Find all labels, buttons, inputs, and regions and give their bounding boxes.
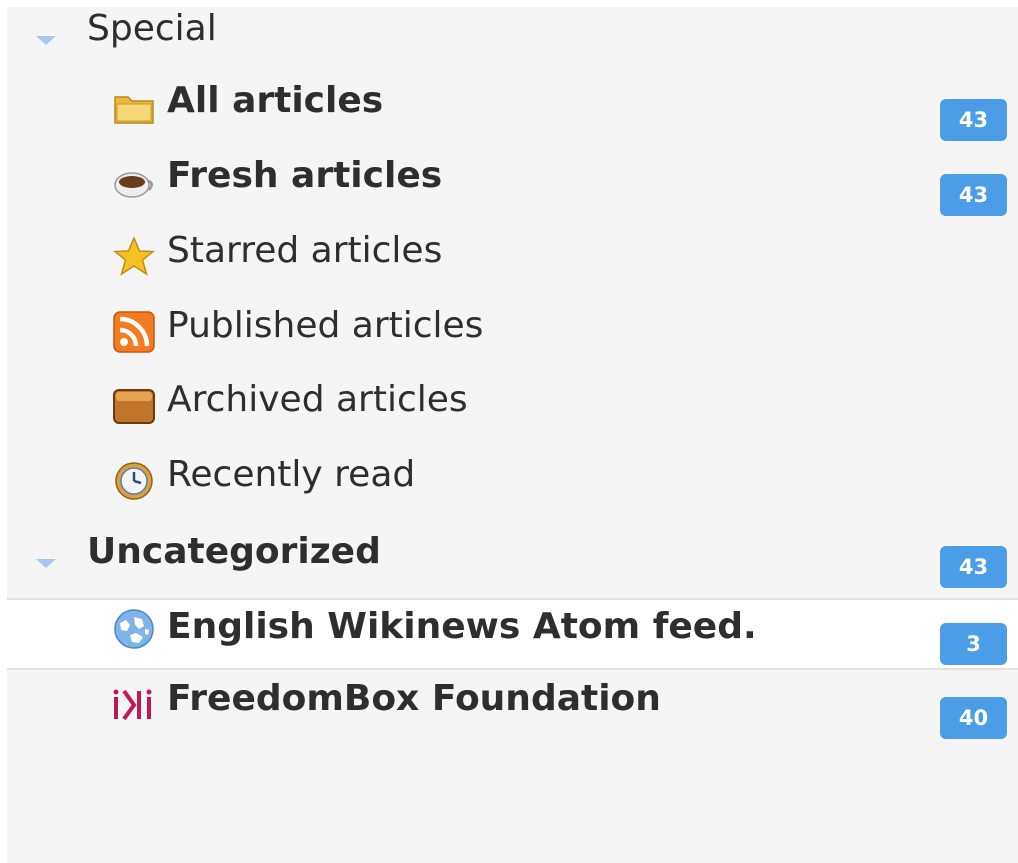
feed-tree: Special All articles 43 Fresh articles 4… [7,7,1018,863]
folder-icon [112,87,156,131]
feed-fresh-articles[interactable]: Fresh articles 43 [7,156,1018,228]
feed-label: English Wikinews Atom feed. [167,606,757,647]
feed-freedombox-foundation[interactable]: FreedomBox Foundation 40 [7,679,1018,751]
feed-starred-articles[interactable]: Starred articles [7,231,1018,303]
rss-icon [112,310,156,354]
feed-archived-articles[interactable]: Archived articles [7,380,1018,452]
feed-label: Starred articles [167,230,443,271]
feed-recently-read[interactable]: Recently read [7,455,1018,527]
feed-label: Archived articles [167,379,468,420]
feed-label: Recently read [167,454,416,495]
clock-icon [112,459,156,503]
archive-box-icon [112,384,156,428]
feed-label: Fresh articles [167,155,443,196]
feed-label: FreedomBox Foundation [167,678,661,719]
category-special[interactable]: Special [7,7,1018,79]
category-label: Uncategorized [87,531,381,572]
expand-triangle-icon[interactable] [36,36,56,45]
feed-english-wikinews[interactable]: English Wikinews Atom feed. 3 [7,598,1018,670]
feed-all-articles[interactable]: All articles 43 [7,81,1018,153]
unread-count-badge: 43 [940,174,1007,216]
coffee-cup-icon [112,161,156,205]
category-uncategorized[interactable]: Uncategorized 43 [7,530,1018,602]
unread-count-badge: 40 [940,697,1007,739]
feed-published-articles[interactable]: Published articles [7,306,1018,378]
feed-label: All articles [167,80,384,121]
unread-count-badge: 43 [940,99,1007,141]
ikiwiki-icon [112,681,156,725]
star-icon [112,235,156,279]
unread-count-badge: 43 [940,546,1007,588]
globe-icon [112,607,156,651]
category-label: Special [87,8,217,49]
feed-label: Published articles [167,305,484,346]
expand-triangle-icon[interactable] [36,559,56,568]
unread-count-badge: 3 [940,623,1007,665]
